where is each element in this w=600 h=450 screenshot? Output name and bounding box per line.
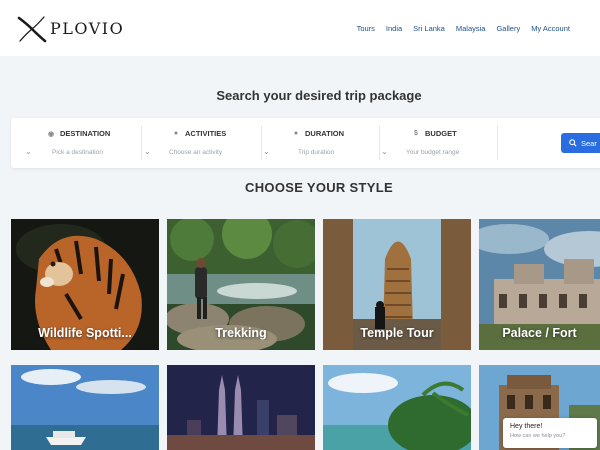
chevron-down-icon[interactable]: ⌄	[25, 147, 32, 156]
style-card-trekking[interactable]: Trekking	[167, 219, 315, 350]
chevron-down-icon[interactable]: ⌄	[263, 147, 270, 156]
style-card-5[interactable]	[11, 365, 159, 450]
logo-x-mark-icon	[17, 16, 47, 43]
clock-icon: ●	[293, 130, 299, 137]
trip-search-bar: ◉ DESTINATION ⌄ Pick a destination ● ACT…	[11, 118, 600, 168]
activities-field[interactable]: ● ACTIVITIES ⌄ Choose an activity	[141, 118, 261, 168]
duration-label: DURATION	[305, 129, 345, 138]
boat-sea-image	[11, 365, 159, 450]
card-label: Temple Tour	[360, 326, 434, 340]
chevron-down-icon[interactable]: ⌄	[144, 147, 151, 156]
chevron-down-icon[interactable]: ⌄	[381, 147, 388, 156]
budget-label: BUDGET	[425, 129, 457, 138]
brand-logo[interactable]: PLOVIO	[17, 14, 123, 44]
nav-link-malaysia[interactable]: Malaysia	[456, 24, 486, 33]
search-heading: Search your desired trip package	[216, 88, 422, 103]
style-card-temple-tour[interactable]: Temple Tour	[323, 219, 471, 350]
budget-field[interactable]: $ BUDGET ⌄ Your budget range	[379, 118, 497, 168]
logo-text: PLOVIO	[50, 19, 125, 38]
activity-icon: ●	[173, 130, 179, 137]
duration-field[interactable]: ● DURATION ⌄ Trip duration	[261, 118, 381, 168]
destination-label: DESTINATION	[60, 129, 111, 138]
map-pin-icon: ◉	[47, 130, 55, 138]
card-label: Palace / Fort	[502, 326, 577, 340]
style-card-wildlife[interactable]: Wildlife Spotti...	[11, 219, 159, 350]
site-header: PLOVIO Tours India Sri Lanka Malaysia Ga…	[0, 0, 600, 56]
field-divider	[497, 126, 498, 160]
search-button-label: Sear	[581, 138, 597, 148]
search-button[interactable]: Sear	[561, 133, 600, 153]
city-night-image	[167, 365, 315, 450]
nav-link-sri-lanka[interactable]: Sri Lanka	[413, 24, 445, 33]
destination-placeholder[interactable]: Pick a destination	[52, 149, 103, 156]
duration-placeholder[interactable]: Trip duration	[298, 149, 334, 156]
style-card-7[interactable]	[323, 365, 471, 450]
main-nav: Tours India Sri Lanka Malaysia Gallery M…	[357, 24, 570, 33]
destination-field[interactable]: ◉ DESTINATION ⌄ Pick a destination	[11, 118, 141, 168]
card-label: Trekking	[215, 326, 267, 340]
dollar-icon: $	[414, 130, 418, 137]
chat-widget[interactable]: Hey there! How can we help you?	[503, 418, 597, 448]
choose-style-heading: CHOOSE YOUR STYLE	[245, 180, 393, 195]
nav-link-tours[interactable]: Tours	[357, 24, 375, 33]
search-icon	[569, 139, 577, 147]
nav-link-my-account[interactable]: My Account	[531, 24, 570, 33]
budget-placeholder[interactable]: Your budget range	[406, 149, 459, 156]
activities-placeholder[interactable]: Choose an activity	[169, 149, 222, 156]
chat-subtitle: How can we help you?	[510, 433, 566, 439]
style-card-6[interactable]	[167, 365, 315, 450]
beach-image	[323, 365, 471, 450]
chat-title: Hey there!	[510, 423, 543, 430]
style-card-palace-fort[interactable]: Palace / Fort	[479, 219, 600, 350]
nav-link-india[interactable]: India	[386, 24, 402, 33]
nav-link-gallery[interactable]: Gallery	[496, 24, 520, 33]
card-label: Wildlife Spotti...	[38, 326, 132, 340]
activities-label: ACTIVITIES	[185, 129, 227, 138]
